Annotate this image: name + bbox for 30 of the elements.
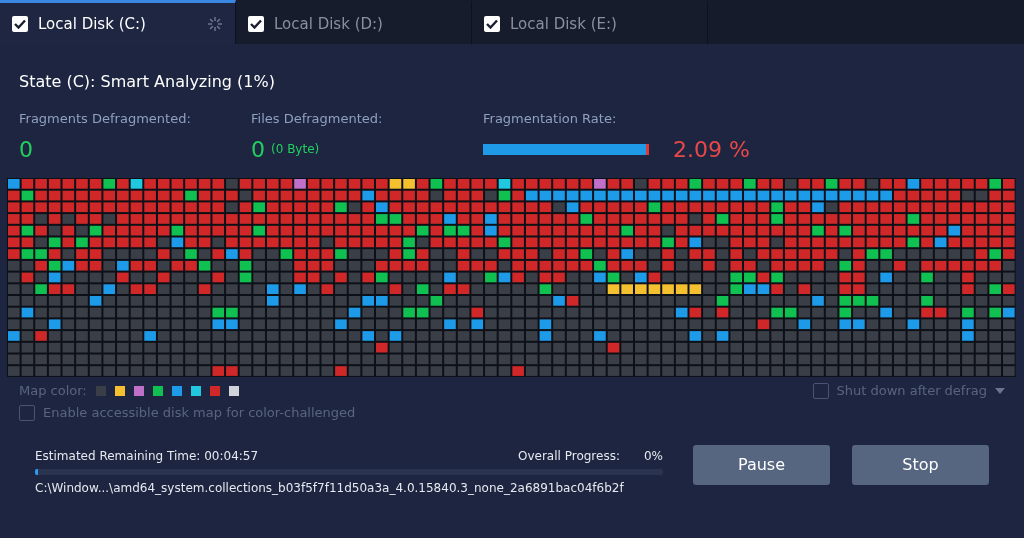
tab-label: Local Disk (C:) [38, 14, 147, 33]
checkmark-icon [14, 18, 26, 29]
tab-label: Local Disk (D:) [274, 14, 384, 33]
checkbox[interactable] [812, 382, 829, 399]
stat-label: Fragments Defragmented: [19, 111, 192, 126]
checkbox[interactable] [19, 404, 35, 421]
progress-label: Overall Progress: [518, 448, 620, 463]
state-text: State (C): Smart Analyzing (1%) [18, 71, 276, 91]
checkbox[interactable] [248, 15, 264, 32]
current-file-path: C:\Window...\amd64_system.collections_b03f5f7f11d50a3a_4.0.15840.3_none_2a6891bac04f6b2f [35, 480, 625, 495]
dropdown-caret-icon[interactable] [995, 387, 1005, 394]
checkbox-label: Shut down after defrag [836, 383, 987, 399]
stat-detail: (0 Byte) [271, 142, 320, 156]
checkmark-icon [250, 18, 262, 29]
checkbox[interactable] [12, 15, 28, 32]
legend-label: Map color: [19, 383, 87, 399]
action-button[interactable]: Stop [852, 444, 989, 485]
action-button[interactable]: Pause [693, 444, 830, 485]
tab-label: Local Disk (E:) [510, 14, 618, 33]
checkbox[interactable] [484, 15, 500, 32]
progress-value: 0% [643, 448, 663, 463]
checkmark-icon [486, 18, 498, 29]
fragmentation-rate: 2.09 % [673, 136, 750, 162]
disk-tab[interactable]: Local Disk (C:) [0, 0, 236, 44]
checkbox-label: Enable accessible disk map for color-challenged [43, 405, 356, 421]
stat-label: Files Defragmented: [251, 111, 384, 126]
remaining-time: Estimated Remaining Time: 00:04:57 [35, 448, 259, 463]
stat-value: 0 [251, 136, 265, 162]
stat-value: 0 [19, 136, 33, 162]
stat-label: Fragmentation Rate: [483, 111, 618, 126]
